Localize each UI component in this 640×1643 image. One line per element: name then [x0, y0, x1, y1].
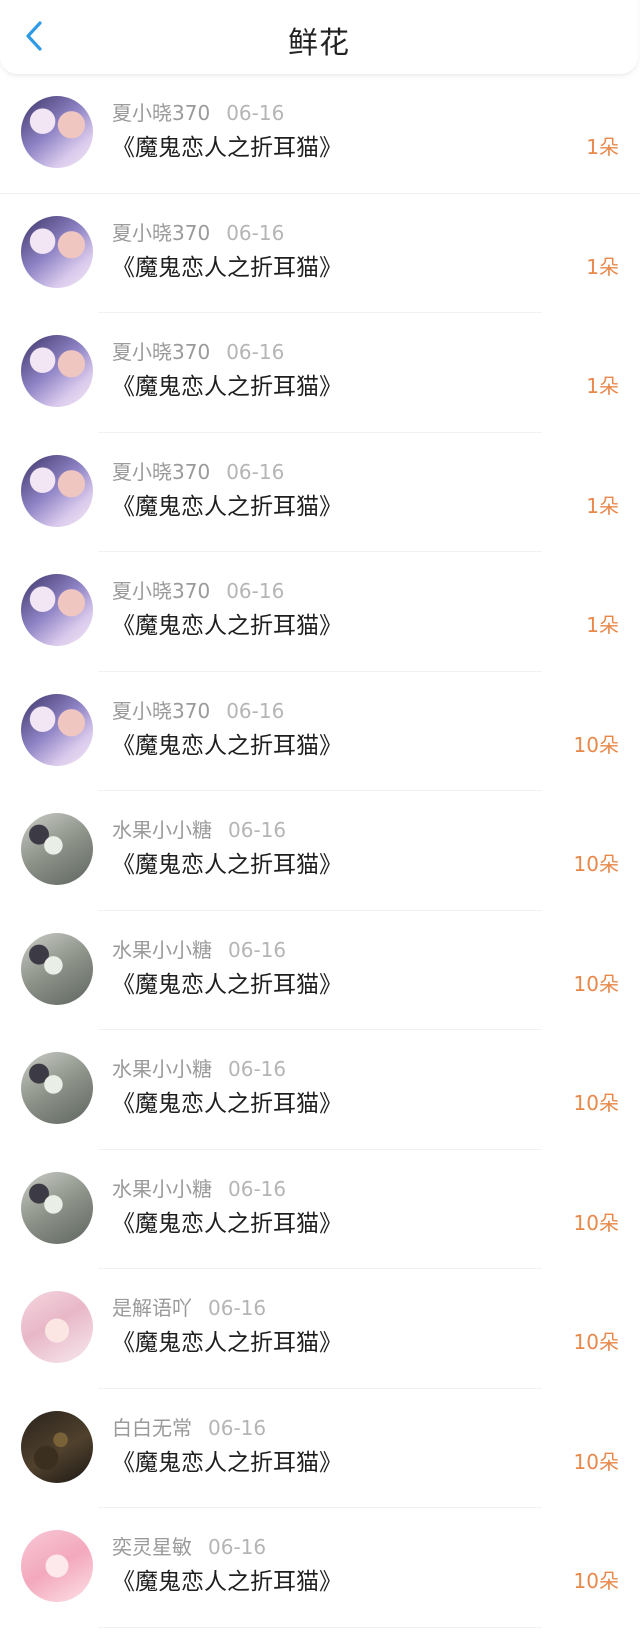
flower-count: 1朵	[586, 254, 619, 279]
timestamp: 06-16	[226, 579, 285, 603]
list-item[interactable]: 白白无常 06-16 《魔鬼恋人之折耳猫》 10朵	[0, 1389, 640, 1508]
flower-count: 10朵	[573, 1449, 619, 1474]
flower-count: 1朵	[586, 613, 619, 637]
book-title[interactable]: 《魔鬼恋人之折耳猫》	[112, 128, 342, 162]
list-item[interactable]: 夏小晓370 06-16 《魔鬼恋人之折耳猫》 1朵	[0, 552, 640, 672]
row-meta: 水果小小糖 06-16	[112, 1053, 286, 1082]
row-meta: 是解语吖 06-16	[112, 1292, 266, 1321]
row-meta: 白白无常 06-16	[112, 1412, 266, 1441]
list-item[interactable]: 水果小小糖 06-16 《魔鬼恋人之折耳猫》 10朵	[0, 791, 640, 911]
avatar[interactable]	[21, 1410, 93, 1483]
book-title[interactable]: 《魔鬼恋人之折耳猫》	[112, 726, 342, 760]
avatar[interactable]	[21, 932, 93, 1005]
book-title[interactable]: 《魔鬼恋人之折耳猫》	[112, 1562, 342, 1596]
list-item[interactable]: 是解语吖 06-16 《魔鬼恋人之折耳猫》 10朵	[0, 1269, 640, 1389]
list-item[interactable]: 夏小晓370 06-16 《魔鬼恋人之折耳猫》 10朵	[0, 672, 640, 791]
username[interactable]: 白白无常	[112, 1416, 192, 1440]
flower-count: 10朵	[573, 732, 619, 757]
row-meta: 夏小晓370 06-16	[112, 336, 284, 365]
username[interactable]: 奕灵星敏	[112, 1535, 192, 1559]
avatar[interactable]	[21, 693, 93, 766]
flower-count: 10朵	[573, 1569, 619, 1593]
username[interactable]: 夏小晓370	[112, 340, 210, 364]
flower-count: 1朵	[586, 493, 619, 518]
timestamp: 06-16	[228, 1057, 287, 1081]
avatar[interactable]	[21, 454, 93, 527]
row-meta: 夏小晓370 06-16	[112, 575, 284, 604]
list-item[interactable]: 奕灵星敏 06-16 《魔鬼恋人之折耳猫》 10朵	[0, 1508, 640, 1628]
flower-count: 1朵	[586, 135, 619, 159]
flower-count: 10朵	[573, 1330, 619, 1354]
book-title[interactable]: 《魔鬼恋人之折耳猫》	[112, 248, 342, 282]
book-title[interactable]: 《魔鬼恋人之折耳猫》	[112, 965, 342, 999]
username[interactable]: 水果小小糖	[112, 818, 212, 842]
book-title[interactable]: 《魔鬼恋人之折耳猫》	[112, 845, 342, 879]
book-title[interactable]: 《魔鬼恋人之折耳猫》	[112, 606, 342, 640]
list-item[interactable]: 水果小小糖 06-16 《魔鬼恋人之折耳猫》 10朵	[0, 1030, 640, 1150]
flower-count: 10朵	[573, 1091, 619, 1115]
list-item[interactable]: 夏小晓370 06-16 《魔鬼恋人之折耳猫》 1朵	[0, 433, 640, 552]
list-item[interactable]: 水果小小糖 06-16 《魔鬼恋人之折耳猫》 10朵	[0, 911, 640, 1030]
timestamp: 06-16	[208, 1535, 267, 1559]
row-divider	[98, 1626, 542, 1628]
timestamp: 06-16	[226, 220, 285, 245]
timestamp: 06-16	[228, 1176, 287, 1201]
username[interactable]: 是解语吖	[112, 1296, 192, 1320]
avatar[interactable]	[21, 574, 93, 646]
book-title[interactable]: 《魔鬼恋人之折耳猫》	[112, 487, 342, 521]
top-bar: 鲜花	[0, 0, 638, 75]
book-title[interactable]: 《魔鬼恋人之折耳猫》	[112, 367, 342, 401]
row-meta: 奕灵星敏 06-16	[112, 1531, 266, 1560]
list-item[interactable]: 夏小晓370 06-16 《魔鬼恋人之折耳猫》 1朵	[0, 74, 640, 194]
username[interactable]: 夏小晓370	[112, 460, 210, 484]
timestamp: 06-16	[226, 101, 285, 125]
avatar[interactable]	[21, 1291, 93, 1363]
username[interactable]: 夏小晓370	[112, 699, 210, 723]
avatar[interactable]	[21, 96, 93, 168]
row-meta: 夏小晓370 06-16	[112, 456, 284, 485]
username[interactable]: 水果小小糖	[112, 1177, 212, 1201]
row-meta: 夏小晓370 06-16	[112, 97, 284, 126]
book-title[interactable]: 《魔鬼恋人之折耳猫》	[112, 1204, 342, 1238]
book-title[interactable]: 《魔鬼恋人之折耳猫》	[112, 1443, 342, 1477]
book-title[interactable]: 《魔鬼恋人之折耳猫》	[112, 1323, 342, 1357]
username[interactable]: 水果小小糖	[112, 1057, 212, 1081]
timestamp: 06-16	[208, 1296, 267, 1320]
timestamp: 06-16	[226, 340, 285, 364]
flower-record-list: 夏小晓370 06-16 《魔鬼恋人之折耳猫》 1朵 夏小晓370 06-16 《魔鬼恋人之…	[0, 74, 640, 1628]
timestamp: 06-16	[228, 937, 287, 962]
timestamp: 06-16	[228, 818, 287, 842]
avatar[interactable]	[21, 1171, 93, 1244]
avatar[interactable]	[21, 813, 93, 885]
avatar[interactable]	[21, 215, 93, 288]
book-title[interactable]: 《魔鬼恋人之折耳猫》	[112, 1084, 342, 1118]
row-meta: 水果小小糖 06-16	[112, 934, 286, 963]
list-item[interactable]: 水果小小糖 06-16 《魔鬼恋人之折耳猫》 10朵	[0, 1150, 640, 1269]
flower-count: 10朵	[573, 1210, 619, 1235]
row-meta: 夏小晓370 06-16	[112, 695, 284, 724]
list-item[interactable]: 夏小晓370 06-16 《魔鬼恋人之折耳猫》 1朵	[0, 313, 640, 433]
timestamp: 06-16	[208, 1415, 267, 1440]
timestamp: 06-16	[226, 459, 285, 484]
flower-count: 10朵	[573, 852, 619, 876]
username[interactable]: 夏小晓370	[112, 101, 210, 125]
row-meta: 水果小小糖 06-16	[112, 1173, 286, 1202]
timestamp: 06-16	[226, 698, 285, 723]
flower-count: 1朵	[586, 374, 619, 398]
username[interactable]: 夏小晓370	[112, 221, 210, 245]
avatar[interactable]	[21, 335, 93, 407]
avatar[interactable]	[21, 1052, 93, 1124]
username[interactable]: 夏小晓370	[112, 579, 210, 603]
flower-count: 10朵	[573, 971, 619, 996]
avatar[interactable]	[21, 1530, 93, 1602]
row-meta: 水果小小糖 06-16	[112, 814, 286, 843]
list-item[interactable]: 夏小晓370 06-16 《魔鬼恋人之折耳猫》 1朵	[0, 194, 640, 313]
row-meta: 夏小晓370 06-16	[112, 217, 284, 246]
username[interactable]: 水果小小糖	[112, 938, 212, 962]
page-title: 鲜花	[288, 26, 350, 61]
